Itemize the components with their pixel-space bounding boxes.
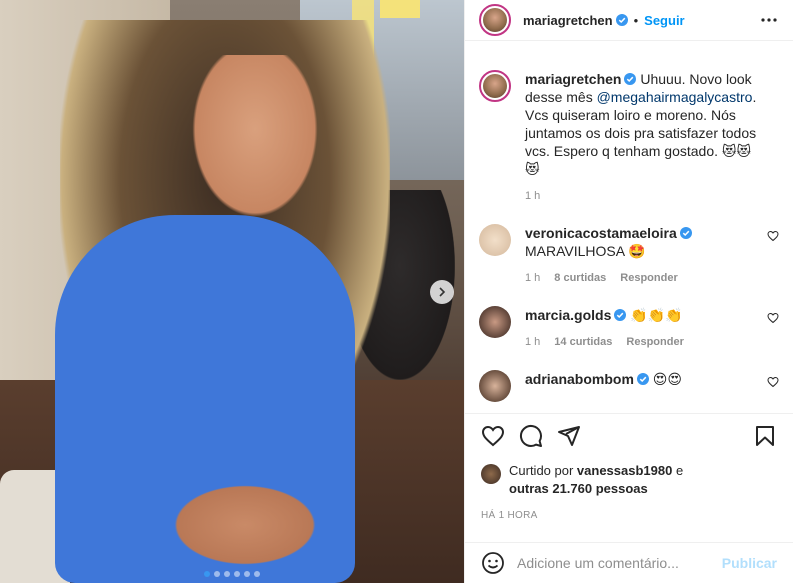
comment-username[interactable]: marcia.golds: [525, 307, 611, 323]
header-separator: •: [633, 12, 639, 28]
list-item: veronicacostamaeloira MARAVILHOSA 🤩 1 h 8 …: [479, 224, 779, 284]
photo-lamp-top: [380, 0, 420, 18]
comment-time: 1 h: [525, 272, 541, 284]
carousel-dot[interactable]: [244, 571, 250, 577]
avatar[interactable]: [479, 306, 511, 338]
comments-list[interactable]: mariagretchen Uhuuu. Novo look desse mês…: [465, 56, 793, 412]
reply-button[interactable]: Responder: [626, 336, 683, 348]
publish-button[interactable]: Publicar: [722, 555, 777, 571]
chevron-right-icon: [439, 287, 446, 297]
photo-face: [190, 55, 320, 220]
comment-username[interactable]: veronicacostamaeloira: [525, 225, 677, 241]
likes-summary: Curtido por vanessasb1980 e outras 21.76…: [481, 462, 777, 498]
post-caption: mariagretchen Uhuuu. Novo look desse mês…: [479, 56, 779, 202]
verified-icon: [615, 14, 628, 26]
verified-icon: [624, 73, 637, 85]
avatar[interactable]: [481, 464, 501, 484]
action-bar: [481, 424, 777, 448]
caption-text: mariagretchen Uhuuu. Novo look desse mês…: [525, 70, 765, 178]
post-header: mariagretchen • Seguir: [465, 0, 793, 41]
likes-middle: e: [672, 463, 684, 478]
comment-icon[interactable]: [519, 424, 543, 448]
avatar[interactable]: [479, 4, 511, 36]
heart-icon[interactable]: [767, 312, 779, 324]
carousel-dot[interactable]: [254, 571, 260, 577]
post-sidebar: mariagretchen • Seguir mariagretchen Uhu…: [464, 0, 793, 583]
heart-icon[interactable]: [767, 376, 779, 388]
list-item: marcia.golds 👏👏👏 1 h 14 curtidas Responder: [479, 306, 779, 348]
save-icon[interactable]: [753, 424, 777, 448]
header-username[interactable]: mariagretchen: [523, 13, 613, 28]
comment-text: 😍😍: [648, 371, 682, 387]
next-slide-button[interactable]: [430, 280, 454, 304]
caption-meta: 1 h: [525, 190, 765, 202]
comment-meta: 1 h 8 curtidas Responder: [525, 272, 765, 284]
emoji-icon[interactable]: [481, 551, 505, 575]
photo-hands: [165, 480, 325, 570]
caption-avatar[interactable]: [479, 70, 511, 102]
carousel-dot[interactable]: [234, 571, 240, 577]
list-item: adrianabombom 😍😍: [479, 370, 779, 402]
likes-prefix: Curtido por: [509, 463, 577, 478]
comment-form: Publicar: [465, 542, 793, 583]
comment-likes[interactable]: 14 curtidas: [554, 336, 612, 348]
verified-icon: [614, 309, 627, 321]
caption-mention[interactable]: @megahairmagalycastro: [597, 89, 753, 105]
post-photo[interactable]: [0, 0, 464, 583]
carousel-dot[interactable]: [204, 571, 210, 577]
follow-button[interactable]: Seguir: [644, 13, 684, 28]
reply-button[interactable]: Responder: [620, 272, 677, 284]
verified-icon: [636, 373, 649, 385]
share-icon[interactable]: [557, 424, 581, 448]
carousel-dots: [0, 571, 464, 577]
carousel-dot[interactable]: [214, 571, 220, 577]
post-timestamp: HÁ 1 HORA: [481, 510, 538, 521]
heart-icon[interactable]: [481, 424, 505, 448]
comment-text: MARAVILHOSA 🤩: [525, 243, 646, 259]
comment-meta: 1 h 14 curtidas Responder: [525, 336, 765, 348]
comment-likes[interactable]: 8 curtidas: [554, 272, 606, 284]
carousel-dot[interactable]: [224, 571, 230, 577]
comment-username[interactable]: adrianabombom: [525, 371, 634, 387]
caption-username[interactable]: mariagretchen: [525, 71, 621, 87]
likes-user[interactable]: vanessasb1980: [577, 463, 672, 478]
likes-others[interactable]: outras 21.760 pessoas: [509, 481, 648, 496]
comment-time: 1 h: [525, 336, 541, 348]
comment-input[interactable]: [517, 555, 722, 571]
comment-text: 👏👏👏: [626, 307, 683, 323]
more-icon[interactable]: [759, 10, 779, 30]
avatar[interactable]: [479, 370, 511, 402]
caption-time: 1 h: [525, 190, 541, 202]
avatar[interactable]: [479, 224, 511, 256]
heart-icon[interactable]: [767, 230, 779, 242]
verified-icon: [679, 227, 692, 239]
